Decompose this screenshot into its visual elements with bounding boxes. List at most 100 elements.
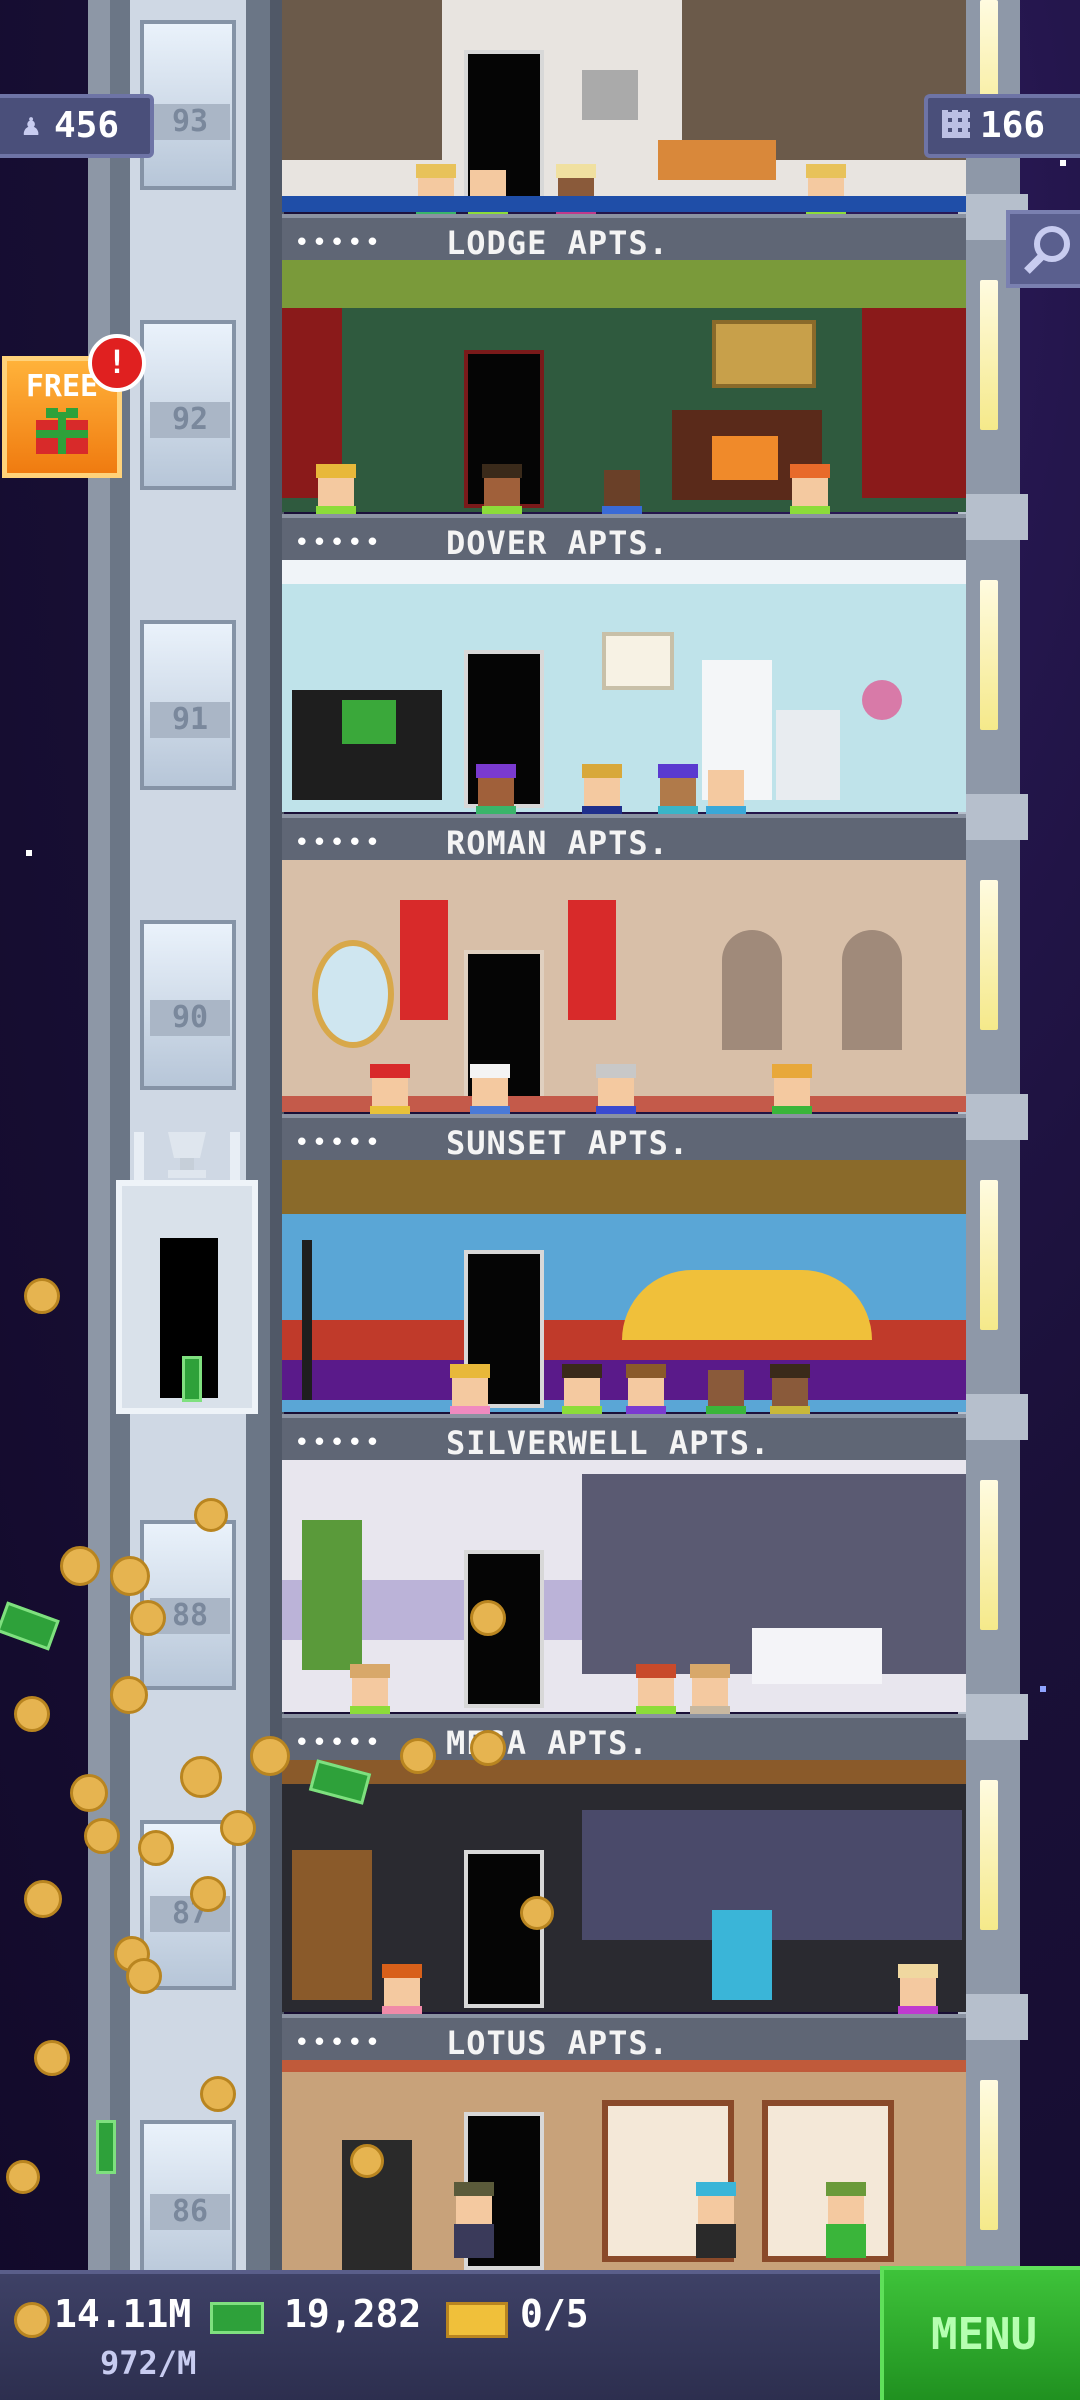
- coin-icon: [60, 1546, 100, 1586]
- floor-trim: [282, 196, 966, 212]
- floor-name: LODGE APTS.: [446, 224, 669, 260]
- wall-light: [980, 880, 998, 1030]
- floor-label: ••••• SILVERWELL APTS.: [282, 1414, 966, 1460]
- floor-89[interactable]: ••••• SILVERWELL APTS.: [282, 1160, 966, 1460]
- rating-stars: •••••: [294, 1428, 383, 1458]
- banner: [568, 900, 616, 1020]
- coin-icon: [24, 1278, 60, 1314]
- coin-icon: [6, 2160, 40, 2194]
- ceiling-beam: [282, 2060, 966, 2072]
- tickets-value: 0/5: [520, 2292, 589, 2336]
- coin-icon: [194, 1498, 228, 1532]
- curtain: [862, 308, 966, 498]
- floor-name: SILVERWELL APTS.: [446, 1424, 771, 1460]
- wall-light: [980, 280, 998, 430]
- coin-icon: [470, 1600, 506, 1636]
- floor-number: 91: [150, 702, 230, 738]
- person-icon: ♟: [22, 108, 41, 143]
- rating-stars: •••••: [294, 1728, 383, 1758]
- coin-icon: [190, 1876, 226, 1912]
- bux-icon: [96, 2120, 116, 2174]
- rating-stars: •••••: [294, 2028, 383, 2058]
- floor-label: ••••• LOTUS APTS.: [282, 2014, 966, 2060]
- coin-icon: [350, 2144, 384, 2178]
- mirror: [312, 940, 394, 1048]
- floor-86[interactable]: [282, 2060, 966, 2270]
- coin-icon: [520, 1896, 554, 1930]
- menu-button[interactable]: MENU: [880, 2266, 1080, 2400]
- floor-number: 92: [150, 402, 230, 438]
- star: [1060, 160, 1066, 166]
- elevator-car[interactable]: [116, 1180, 258, 1414]
- star: [1040, 1686, 1046, 1692]
- floor-number: 86: [150, 2194, 230, 2230]
- pillar-cap: [958, 1394, 1028, 1440]
- coin-icon: [84, 1818, 120, 1854]
- coin-icon: [126, 1958, 162, 1994]
- floor-91[interactable]: ••••• ROMAN APTS.: [282, 560, 966, 860]
- bux-value: 19,282: [284, 2292, 422, 2336]
- rating-stars: •••••: [294, 1128, 383, 1158]
- bux-icon: [210, 2302, 264, 2334]
- floor-name: LOTUS APTS.: [446, 2024, 669, 2060]
- armchair: [712, 1910, 772, 2000]
- floor-number: 93: [150, 104, 230, 140]
- ceiling: [282, 560, 966, 584]
- population-counter[interactable]: ♟ 456: [0, 94, 154, 158]
- game-viewport[interactable]: 93 92 91 90 88 87 86 ••••• LODGE APTS. •…: [0, 0, 1080, 2400]
- magnifier-icon: [1024, 226, 1070, 274]
- floor-label: ••••• SUNSET APTS.: [282, 1114, 966, 1160]
- building-icon: [942, 110, 970, 138]
- floor-counter[interactable]: 166: [924, 94, 1080, 158]
- floor-93[interactable]: ••••• LODGE APTS.: [282, 0, 966, 260]
- floor-name: DOVER APTS.: [446, 524, 669, 560]
- room-interior: [282, 0, 966, 212]
- plant-icon: [302, 1520, 362, 1670]
- pillar-cap: [958, 494, 1028, 540]
- coin-icon: [250, 1736, 290, 1776]
- rating-stars: •••••: [294, 528, 383, 558]
- painting: [602, 632, 674, 690]
- shelves: [282, 0, 442, 160]
- coin-icon: [400, 1738, 436, 1774]
- alert-badge: !: [88, 334, 146, 392]
- wall-light: [980, 580, 998, 730]
- wall-light: [980, 1480, 998, 1630]
- floor-label: ••••• ROMAN APTS.: [282, 814, 966, 860]
- gift-icon: [36, 408, 88, 454]
- coin-icon: [138, 1830, 174, 1866]
- bux-icon: [182, 1356, 202, 1402]
- window-grid: [582, 1810, 962, 1940]
- coin-icon: [220, 1810, 256, 1846]
- plant-icon: [862, 680, 902, 720]
- floor-number: 90: [150, 1000, 230, 1036]
- bux-icon: [0, 1601, 60, 1651]
- sun-canopy: [622, 1270, 872, 1340]
- tv-icon: [582, 70, 638, 120]
- floor-92[interactable]: ••••• DOVER APTS.: [282, 260, 966, 560]
- floor-label: ••••• DOVER APTS.: [282, 514, 966, 560]
- wall-light: [980, 1780, 998, 1930]
- pillar-cap: [958, 1994, 1028, 2040]
- floor-88[interactable]: ••••• MESA APTS.: [282, 1460, 966, 1760]
- pillar-cap: [958, 1694, 1028, 1740]
- elevator-pulley-icon: [134, 1132, 240, 1182]
- coin-icon: [14, 1696, 50, 1732]
- floor-90[interactable]: ••••• SUNSET APTS.: [282, 860, 966, 1160]
- arched-window: [842, 930, 902, 1050]
- floor-label: ••••• LODGE APTS.: [282, 214, 966, 260]
- coins-value: 14.11M: [54, 2292, 192, 2336]
- floor-87[interactable]: ••••• LOTUS APTS.: [282, 1760, 966, 2060]
- coin-icon: [24, 1880, 62, 1918]
- coins-rate: 972/M: [100, 2344, 197, 2382]
- search-button[interactable]: [1006, 210, 1080, 288]
- arched-window: [722, 930, 782, 1050]
- floor-label: ••••• MESA APTS.: [282, 1714, 966, 1760]
- coin-icon: [110, 1556, 150, 1596]
- ticket-icon: [446, 2302, 508, 2338]
- stove: [776, 710, 840, 800]
- street-lamp: [302, 1240, 312, 1400]
- coin-icon: [130, 1600, 166, 1636]
- pillar-cap: [958, 794, 1028, 840]
- population-value: 456: [54, 105, 120, 146]
